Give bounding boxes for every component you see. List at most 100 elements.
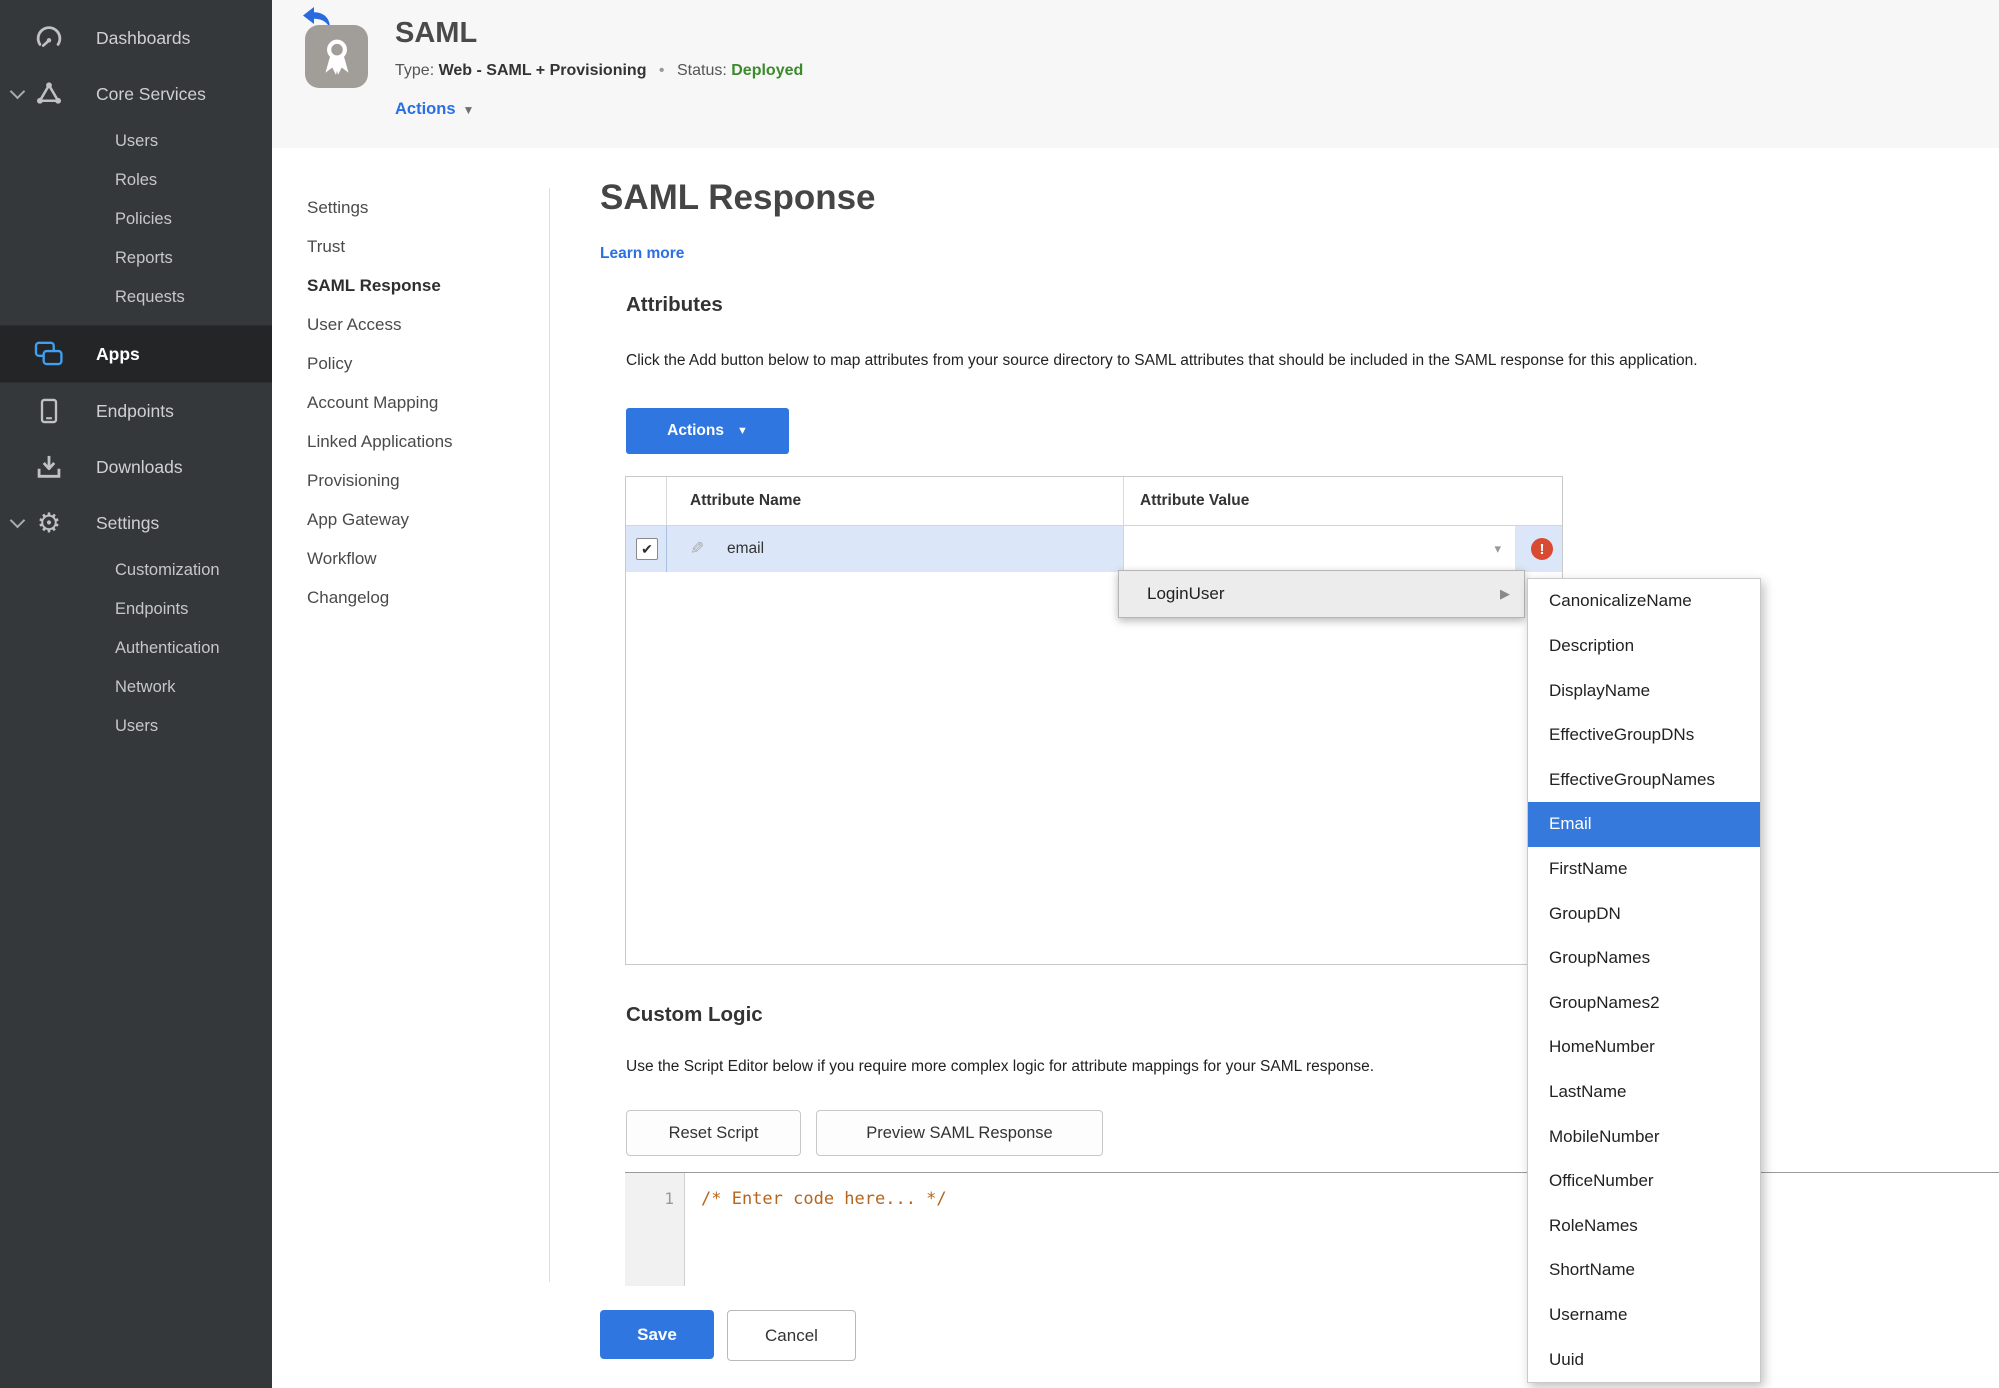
page-title: SAML Response (600, 178, 876, 217)
subnav-item-settings[interactable]: Settings (307, 188, 542, 227)
meta-separator: • (658, 62, 665, 79)
subnav-item-saml-response[interactable]: SAML Response (307, 266, 542, 305)
subnav-item-trust[interactable]: Trust (307, 227, 542, 266)
submenu-option-username[interactable]: Username (1528, 1293, 1760, 1338)
submenu-option-groupnames[interactable]: GroupNames (1528, 936, 1760, 981)
sidebar-subitem-authentication[interactable]: Authentication (0, 629, 272, 668)
line-number: 1 (664, 1189, 674, 1208)
submenu-option-email[interactable]: Email (1528, 802, 1760, 847)
chevron-down-icon[interactable] (9, 512, 26, 529)
submenu-option-shortname[interactable]: ShortName (1528, 1248, 1760, 1293)
chevron-down-icon: ▾ (1494, 541, 1501, 556)
sidebar-item-settings[interactable]: ⚙︎ Settings (0, 495, 272, 551)
editor-code[interactable]: /* Enter code here... */ (701, 1189, 947, 1209)
column-header-attribute-name: Attribute Name (690, 492, 802, 509)
preview-saml-response-button[interactable]: Preview SAML Response (816, 1110, 1103, 1156)
attributes-heading: Attributes (626, 293, 723, 316)
submenu-option-description[interactable]: Description (1528, 624, 1760, 669)
status-label: Status: (676, 62, 727, 79)
subnav-item-changelog[interactable]: Changelog (307, 578, 542, 617)
status-badge: Deployed (731, 62, 804, 79)
chevron-down-icon: ▼ (736, 425, 748, 437)
pencil-icon[interactable]: ✎ (690, 526, 704, 572)
submenu-option-officenumber[interactable]: OfficeNumber (1528, 1159, 1760, 1204)
type-label: Type: (395, 62, 435, 79)
header-actions-label: Actions (395, 100, 456, 118)
attributes-table: Attribute Name Attribute Value ✔ ✎ email… (625, 476, 1563, 965)
submenu-option-groupdn[interactable]: GroupDN (1528, 891, 1760, 936)
sidebar-item-label: Dashboards (96, 27, 191, 48)
sidebar-item-endpoints[interactable]: Endpoints (0, 383, 272, 439)
value-menu-label: LoginUser (1147, 584, 1225, 603)
award-badge-icon (305, 25, 368, 88)
sidebar-item-label: Settings (96, 512, 160, 533)
sidebar-item-label: Downloads (96, 456, 183, 477)
error-exclamation-icon: ! (1531, 538, 1553, 560)
subnav-item-provisioning[interactable]: Provisioning (307, 461, 542, 500)
sidebar: Dashboards Core Services Users Roles Policie… (0, 0, 272, 1388)
table-row[interactable]: ✔ ✎ email ▾ ! (626, 526, 1562, 572)
subnav-item-account-mapping[interactable]: Account Mapping (307, 383, 542, 422)
type-value: Web - SAML + Provisioning (438, 62, 647, 79)
reset-script-button[interactable]: Reset Script (626, 1110, 801, 1156)
subnav-item-policy[interactable]: Policy (307, 344, 542, 383)
submenu-option-groupnames2[interactable]: GroupNames2 (1528, 980, 1760, 1025)
subnav-item-linked-applications[interactable]: Linked Applications (307, 422, 542, 461)
gauge-icon (32, 23, 66, 53)
row-checkbox[interactable]: ✔ (636, 538, 658, 560)
sidebar-subitem-roles[interactable]: Roles (0, 161, 272, 200)
column-divider (666, 526, 667, 572)
value-menu-loginuser[interactable]: LoginUser ▶ (1118, 570, 1525, 618)
sidebar-subitem-customization[interactable]: Customization (0, 551, 272, 590)
subnav-divider (549, 188, 550, 1282)
custom-logic-heading: Custom Logic (626, 1003, 763, 1026)
sidebar-item-core-services[interactable]: Core Services (0, 66, 272, 122)
sidebar-subitem-policies[interactable]: Policies (0, 200, 272, 239)
submenu-option-effectivegroupdns[interactable]: EffectiveGroupDNs (1528, 713, 1760, 758)
chevron-down-icon[interactable] (9, 83, 26, 100)
submenu-option-effectivegroupnames[interactable]: EffectiveGroupNames (1528, 757, 1760, 802)
save-button[interactable]: Save (600, 1310, 714, 1359)
submenu-option-displayname[interactable]: DisplayName (1528, 668, 1760, 713)
tablet-icon (32, 396, 66, 426)
column-header-attribute-value: Attribute Value (1140, 492, 1250, 509)
submenu-option-uuid[interactable]: Uuid (1528, 1337, 1760, 1382)
attributes-actions-button[interactable]: Actions ▼ (626, 408, 789, 454)
subnav-item-user-access[interactable]: User Access (307, 305, 542, 344)
sidebar-subitem-reports[interactable]: Reports (0, 239, 272, 278)
learn-more-link[interactable]: Learn more (600, 245, 684, 263)
subnav-item-workflow[interactable]: Workflow (307, 539, 542, 578)
custom-logic-description: Use the Script Editor below if you requi… (626, 1058, 1375, 1075)
column-divider (1123, 477, 1124, 525)
sidebar-subitem-users[interactable]: Users (0, 122, 272, 161)
gear-icon: ⚙︎ (36, 507, 62, 538)
attributes-description: Click the Add button below to map attrib… (626, 352, 1698, 369)
submenu-option-canonicalizename[interactable]: CanonicalizeName (1528, 579, 1760, 624)
sidebar-item-label: Endpoints (96, 400, 174, 421)
submenu-option-mobilenumber[interactable]: MobileNumber (1528, 1114, 1760, 1159)
sidebar-subitem-network[interactable]: Network (0, 668, 272, 707)
download-icon (32, 452, 66, 482)
cancel-button[interactable]: Cancel (727, 1310, 856, 1361)
app-subnav: Settings Trust SAML Response User Access Pol… (307, 188, 542, 617)
sidebar-item-label: Apps (96, 343, 140, 364)
sidebar-subitem-users[interactable]: Users (0, 707, 272, 746)
chevron-right-icon: ▶ (1500, 586, 1510, 601)
page-app-title: SAML (395, 17, 478, 49)
submenu-option-firstname[interactable]: FirstName (1528, 847, 1760, 892)
submenu-option-homenumber[interactable]: HomeNumber (1528, 1025, 1760, 1070)
script-editor[interactable]: 1 /* Enter code here... */ (625, 1172, 1999, 1286)
header-actions-menu[interactable]: Actions ▼ (395, 100, 474, 119)
sidebar-item-apps[interactable]: Apps (0, 325, 272, 383)
submenu-option-rolenames[interactable]: RoleNames (1528, 1204, 1760, 1249)
chevron-down-icon: ▼ (462, 103, 475, 117)
sidebar-subitem-endpoints[interactable]: Endpoints (0, 590, 272, 629)
subnav-item-app-gateway[interactable]: App Gateway (307, 500, 542, 539)
sidebar-item-dashboards[interactable]: Dashboards (0, 10, 272, 66)
checkmark-icon: ✔ (641, 540, 653, 557)
column-divider (666, 477, 667, 525)
sidebar-subitem-requests[interactable]: Requests (0, 278, 272, 317)
sidebar-item-downloads[interactable]: Downloads (0, 439, 272, 495)
attribute-value-dropdown[interactable]: ▾ (1123, 526, 1515, 572)
submenu-option-lastname[interactable]: LastName (1528, 1070, 1760, 1115)
